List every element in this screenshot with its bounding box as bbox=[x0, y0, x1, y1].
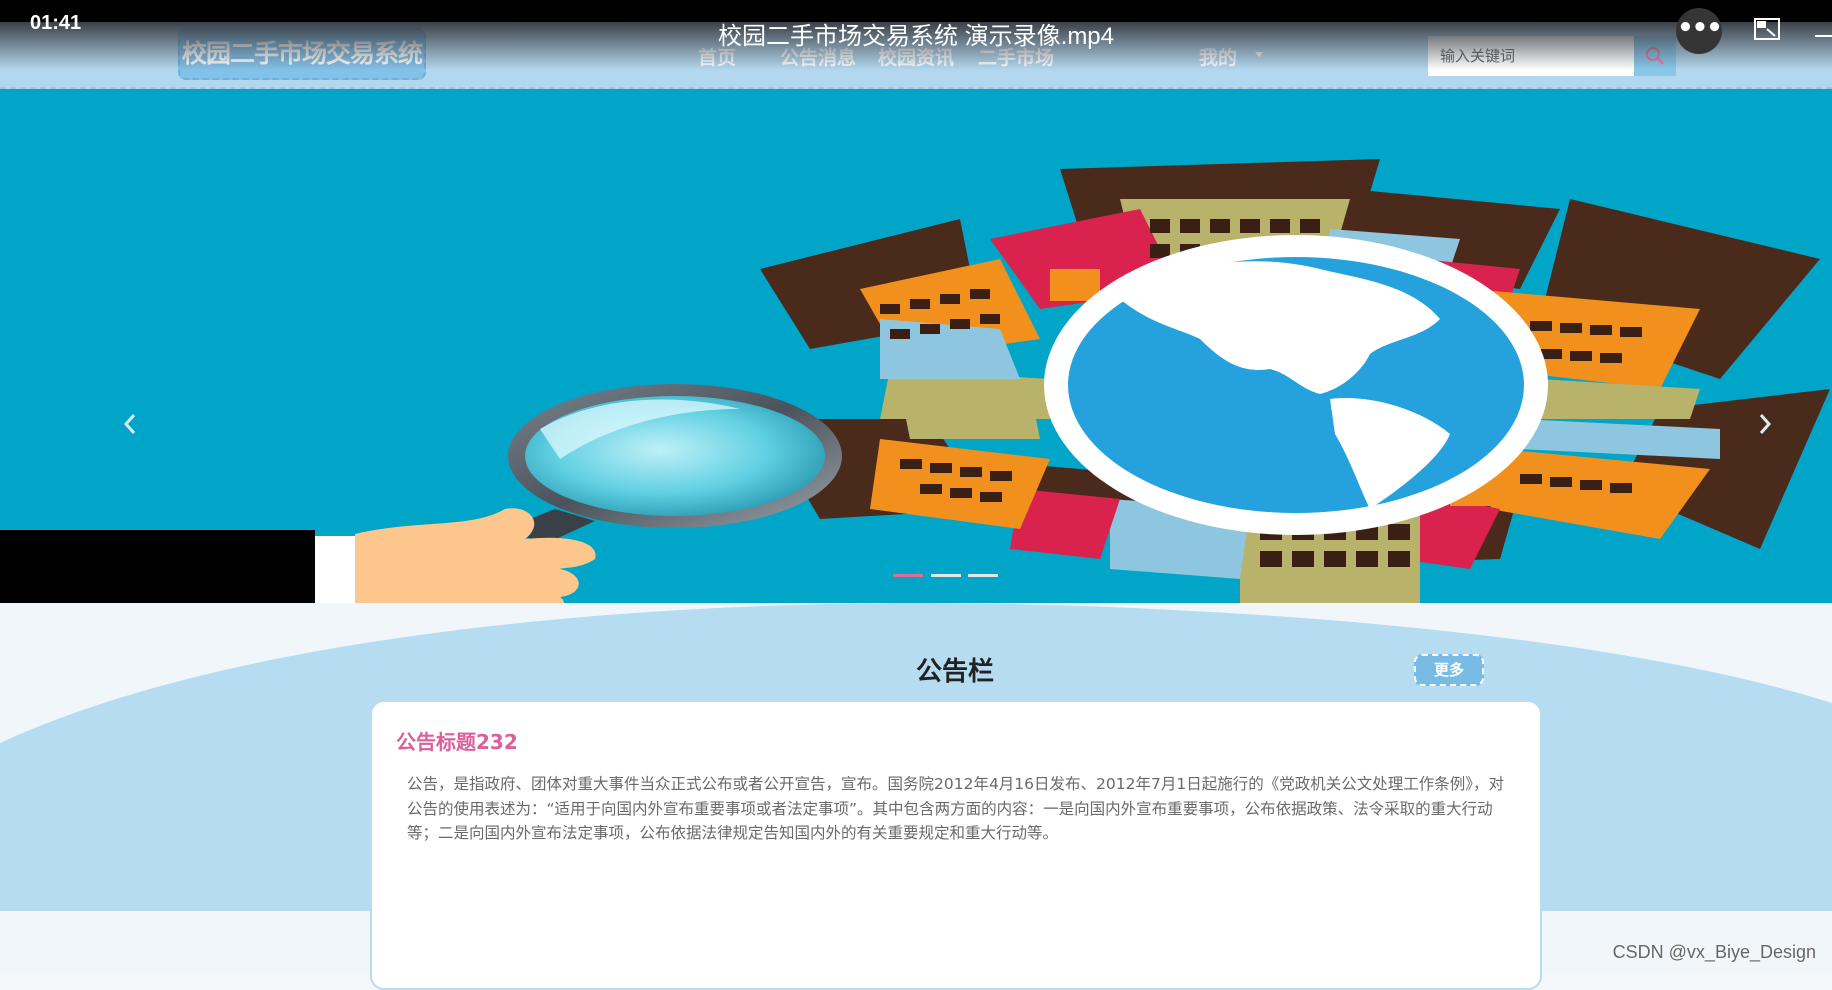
minimize-icon[interactable] bbox=[1815, 35, 1832, 37]
carousel-indicators bbox=[0, 574, 1832, 580]
section-title: 公告栏 bbox=[915, 657, 994, 687]
ellipsis-icon: ••• bbox=[1677, 13, 1723, 43]
banner-illustration bbox=[0, 159, 1830, 603]
more-button[interactable]: 更多 bbox=[1414, 654, 1484, 686]
watermark: CSDN @vx_Biye_Design bbox=[1612, 942, 1816, 962]
carousel-dot-1[interactable] bbox=[893, 574, 923, 577]
notice-card[interactable]: 公告标题232 公告，是指政府、团体对重大事件当众正式公布或者公开宣告，宣布。国… bbox=[370, 700, 1542, 990]
video-pip-button[interactable] bbox=[1754, 18, 1780, 44]
picture-in-picture-icon bbox=[1754, 18, 1780, 40]
video-title: 校园二手市场交易系统 演示录像.mp4 bbox=[717, 23, 1115, 50]
carousel-dot-2[interactable] bbox=[931, 574, 961, 577]
notice-body: 公告，是指政府、团体对重大事件当众正式公布或者公开宣告，宣布。国务院2012年4… bbox=[407, 775, 1504, 842]
carousel-prev-button[interactable] bbox=[122, 412, 152, 452]
notice-title[interactable]: 公告标题232 bbox=[396, 726, 518, 755]
carousel-next-button[interactable] bbox=[1757, 412, 1787, 452]
chevron-down-icon[interactable] bbox=[1255, 52, 1263, 57]
chevron-left-icon bbox=[123, 414, 136, 434]
banner-carousel bbox=[0, 89, 1832, 603]
chevron-right-icon bbox=[1759, 414, 1772, 434]
video-more-button[interactable]: ••• bbox=[1676, 8, 1723, 54]
carousel-dot-3[interactable] bbox=[968, 574, 998, 577]
